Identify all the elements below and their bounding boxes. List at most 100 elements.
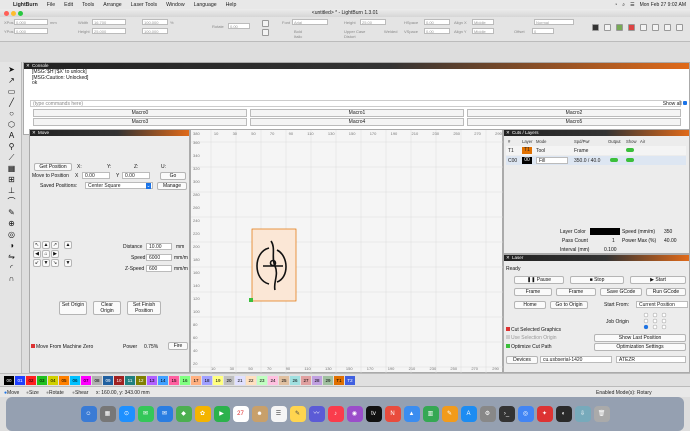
- palette-swatch[interactable]: 19: [213, 375, 223, 385]
- welded-checkbox[interactable]: Welded: [384, 29, 398, 34]
- palette-swatch[interactable]: 07: [81, 375, 91, 385]
- magnet-icon[interactable]: ∩: [7, 274, 16, 283]
- move-x-input[interactable]: 0.00: [82, 172, 110, 179]
- macro2-button[interactable]: Macro2: [467, 109, 681, 117]
- line-icon[interactable]: ╱: [7, 98, 16, 107]
- contacts-icon[interactable]: ☻: [251, 406, 268, 422]
- app-store-icon[interactable]: A: [460, 406, 477, 422]
- palette-swatch[interactable]: 25: [279, 375, 289, 385]
- offset-icon[interactable]: ◎: [7, 230, 16, 239]
- photos-icon[interactable]: ✿: [194, 406, 211, 422]
- width-pct-field[interactable]: 100.000: [142, 19, 168, 25]
- height-field[interactable]: 25.000: [92, 28, 126, 34]
- palette-swatch[interactable]: 05: [59, 375, 69, 385]
- mirror-h-icon[interactable]: [262, 20, 269, 27]
- start-from-select[interactable]: Current Position: [636, 301, 688, 308]
- jog-up-left-icon[interactable]: ↖: [33, 241, 41, 249]
- palette-swatch[interactable]: 10: [114, 375, 124, 385]
- move-radio[interactable]: ●Move: [4, 390, 19, 396]
- boolean-icon[interactable]: ◑: [7, 241, 16, 250]
- use-selection-origin-checkbox[interactable]: Use Selection Origin: [506, 335, 557, 341]
- pages-icon[interactable]: ✎: [441, 406, 458, 422]
- clear-origin-button[interactable]: Clear Origin: [93, 301, 121, 315]
- control-center-icon[interactable]: ☰: [630, 2, 634, 8]
- home-icon[interactable]: [604, 24, 611, 31]
- menu-help[interactable]: Help: [226, 2, 237, 8]
- home-button[interactable]: Home: [514, 301, 546, 309]
- jog-up-right-icon[interactable]: ↗: [51, 241, 59, 249]
- maps-icon[interactable]: ◆: [175, 406, 192, 422]
- measure-icon[interactable]: ⟋: [7, 153, 16, 162]
- palette-swatch[interactable]: 00: [4, 375, 14, 385]
- rotate-field[interactable]: 0.00: [228, 23, 250, 29]
- macro4-button[interactable]: Macro4: [250, 118, 464, 126]
- checkbox-icon[interactable]: [31, 344, 35, 348]
- weld-icon[interactable]: ⊕: [7, 219, 16, 228]
- close-icon[interactable]: ✕: [26, 63, 30, 69]
- text-mode-select[interactable]: Normal: [534, 19, 574, 25]
- job-origin-selector[interactable]: [642, 312, 668, 330]
- palette-swatch[interactable]: 14: [158, 375, 168, 385]
- tv-icon[interactable]: tv: [365, 406, 382, 422]
- position-laser-icon[interactable]: ⚲: [7, 142, 16, 151]
- close-icon[interactable]: ✕: [506, 255, 510, 261]
- rotary-icon[interactable]: [640, 24, 647, 31]
- tabs-icon[interactable]: ⊥: [7, 186, 16, 195]
- macro1-button[interactable]: Macro1: [250, 109, 464, 117]
- mail-icon[interactable]: ✉: [156, 406, 173, 422]
- layer-color-swatch[interactable]: [590, 228, 620, 235]
- draw-icon[interactable]: ✎: [7, 208, 16, 217]
- finder-icon[interactable]: ☺: [80, 406, 97, 422]
- ellipse-icon[interactable]: ○: [7, 109, 16, 118]
- vspace-field[interactable]: 0.00: [424, 28, 450, 34]
- close-window-button[interactable]: [4, 11, 9, 16]
- jog-right-icon[interactable]: ▶: [51, 250, 59, 258]
- jog-down-right-icon[interactable]: ↘: [51, 259, 59, 267]
- offset-field[interactable]: 0: [532, 28, 554, 34]
- table-row[interactable]: C00 00 Fill 350.0 / 40.0: [506, 156, 686, 165]
- checkbox-icon[interactable]: [506, 344, 510, 348]
- circle-tool-icon[interactable]: [616, 24, 623, 31]
- jog-down-icon[interactable]: ▼: [42, 259, 50, 267]
- launchpad-icon[interactable]: ▦: [99, 406, 116, 422]
- stop-button[interactable]: ■ Stop: [570, 276, 624, 284]
- palette-swatch[interactable]: T2: [345, 375, 355, 385]
- camera-icon[interactable]: [592, 24, 599, 31]
- italic-checkbox[interactable]: Italic: [294, 34, 302, 39]
- aligny-select[interactable]: Middle: [472, 28, 494, 34]
- font-height-field[interactable]: 25.00: [360, 19, 386, 25]
- close-icon[interactable]: ✕: [32, 130, 36, 136]
- interval-value[interactable]: 0.100: [604, 247, 617, 253]
- podcasts-icon[interactable]: ◉: [346, 406, 363, 422]
- palette-swatch[interactable]: 16: [180, 375, 190, 385]
- stop-icon[interactable]: [628, 24, 635, 31]
- font-field[interactable]: Arial: [292, 19, 328, 25]
- set-origin-button[interactable]: Set Origin: [59, 301, 87, 315]
- mode-select[interactable]: Fill: [536, 157, 568, 164]
- palette-swatch[interactable]: 11: [125, 375, 135, 385]
- zspeed-input[interactable]: 600: [146, 265, 172, 272]
- speed-input[interactable]: 6000: [146, 254, 172, 261]
- save-gcode-button[interactable]: Save GCode: [600, 288, 642, 296]
- port-select[interactable]: cu.usbserial-1420: [540, 356, 612, 363]
- distort-checkbox[interactable]: Distort: [344, 34, 356, 39]
- radius-icon[interactable]: ◜: [7, 263, 16, 272]
- run-gcode-button[interactable]: Run GCode: [646, 288, 686, 296]
- device-select[interactable]: ATEZR: [616, 356, 686, 363]
- checkbox-icon[interactable]: [683, 101, 687, 105]
- size-radio[interactable]: ●Size: [26, 390, 39, 396]
- numbers-icon[interactable]: ▥: [422, 406, 439, 422]
- settings-icon[interactable]: [664, 24, 671, 31]
- system-settings-icon[interactable]: ⚙: [479, 406, 496, 422]
- palette-swatch[interactable]: 27: [301, 375, 311, 385]
- drill-icon[interactable]: ⌒: [7, 197, 16, 206]
- palette-swatch[interactable]: 23: [257, 375, 267, 385]
- messages-icon[interactable]: ✉: [137, 406, 154, 422]
- frame-circle-button[interactable]: Frame: [556, 288, 596, 296]
- set-finish-position-button[interactable]: Set Finish Position: [127, 301, 161, 315]
- downloads-icon[interactable]: ⇩: [574, 406, 591, 422]
- fire-button[interactable]: Fire: [168, 342, 188, 350]
- move-y-input[interactable]: 0.00: [122, 172, 150, 179]
- palette-swatch[interactable]: 24: [268, 375, 278, 385]
- distance-input[interactable]: 10.00: [146, 243, 172, 250]
